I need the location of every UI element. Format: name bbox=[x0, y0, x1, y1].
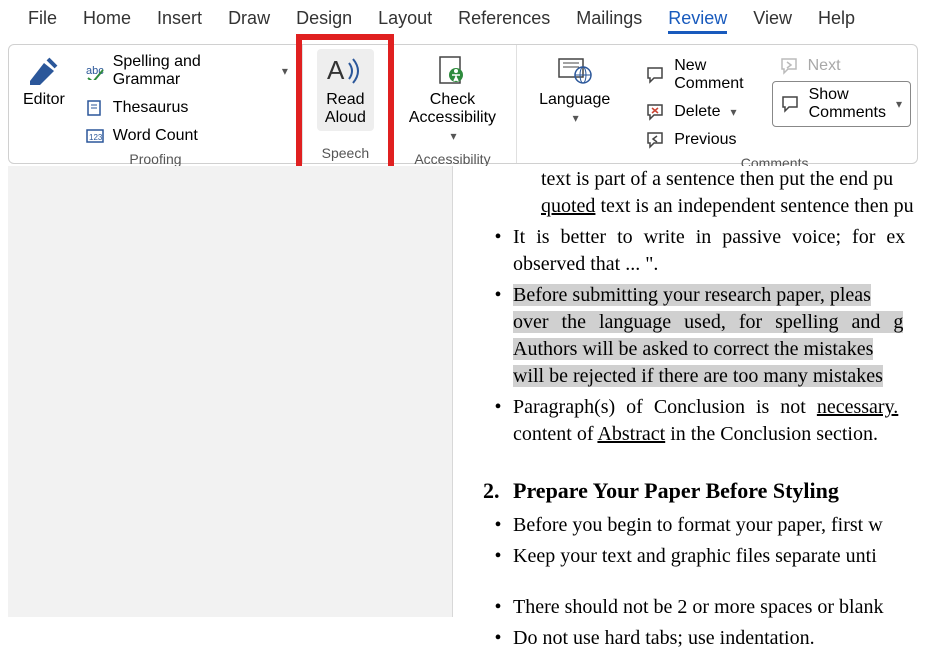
tab-insert[interactable]: Insert bbox=[157, 8, 202, 34]
new-comment-button[interactable]: New Comment bbox=[638, 53, 751, 97]
accessibility-icon bbox=[434, 53, 470, 89]
tab-design[interactable]: Design bbox=[296, 8, 352, 34]
chevron-down-icon: ▾ bbox=[282, 64, 288, 78]
next-comment-label: Next bbox=[808, 57, 841, 75]
tab-mailings[interactable]: Mailings bbox=[576, 8, 642, 34]
tab-draw[interactable]: Draw bbox=[228, 8, 270, 34]
text-fragment: text is an independent sentence then pu bbox=[595, 195, 913, 217]
bullet-icon: • bbox=[483, 394, 513, 448]
editor-label: Editor bbox=[23, 91, 65, 109]
heading-number: 2. bbox=[483, 476, 513, 506]
check-accessibility-label-2: Accessibility bbox=[409, 109, 496, 126]
spelling-icon: abc bbox=[85, 62, 105, 80]
chevron-down-icon: ▾ bbox=[573, 111, 579, 125]
show-comments-icon bbox=[781, 95, 801, 113]
text-selected: Before submitting your research paper, p… bbox=[513, 284, 871, 306]
bullet-icon: • bbox=[483, 625, 513, 652]
group-comments: New Comment Delete ▾ Previous Next bbox=[632, 45, 917, 163]
delete-comment-icon bbox=[646, 103, 666, 121]
text-underlined: Abstract bbox=[597, 423, 665, 445]
text-underlined: necessary. bbox=[817, 396, 898, 418]
language-label: Language bbox=[539, 91, 610, 108]
menu-tabs: File Home Insert Draw Design Layout Refe… bbox=[0, 0, 926, 42]
group-label-speech: Speech bbox=[322, 143, 369, 163]
previous-comment-button[interactable]: Previous bbox=[638, 127, 751, 153]
text-selected: will be rejected if there are too many m… bbox=[513, 365, 883, 387]
page-margin bbox=[8, 166, 452, 617]
text-fragment: text is part of a sentence then put the … bbox=[541, 168, 893, 190]
previous-comment-icon bbox=[646, 131, 666, 149]
text-fragment: Keep your text and graphic files separat… bbox=[513, 543, 926, 570]
document-area: text is part of a sentence then put the … bbox=[8, 166, 926, 617]
read-aloud-icon: A bbox=[325, 53, 365, 89]
svg-text:123: 123 bbox=[89, 133, 103, 142]
editor-button[interactable]: Editor bbox=[15, 49, 73, 113]
read-aloud-label-2: Aloud bbox=[325, 109, 366, 126]
tab-file[interactable]: File bbox=[28, 8, 57, 34]
text-fragment: in the Conclusion section. bbox=[665, 423, 878, 445]
thesaurus-icon bbox=[85, 99, 105, 117]
show-comments-label: Show Comments bbox=[809, 86, 886, 122]
bullet-icon: • bbox=[483, 512, 513, 539]
chevron-down-icon: ▾ bbox=[731, 105, 737, 119]
language-button[interactable]: Language ▾ bbox=[531, 49, 618, 131]
group-speech: A ReadAloud Speech bbox=[303, 45, 389, 163]
group-language: Language ▾ bbox=[517, 45, 632, 163]
text-fragment: Paragraph(s) of Conclusion is not bbox=[513, 396, 817, 418]
text-fragment: observed that ... ". bbox=[513, 253, 658, 275]
text-selected: over the language used, for spelling and… bbox=[513, 311, 903, 333]
bullet-icon: • bbox=[483, 224, 513, 278]
text-fragment: Before you begin to format your paper, f… bbox=[513, 512, 926, 539]
delete-comment-button[interactable]: Delete ▾ bbox=[638, 99, 751, 125]
next-comment-icon bbox=[780, 57, 800, 75]
text-selected: Authors will be asked to correct the mis… bbox=[513, 338, 873, 360]
spelling-label: Spelling and Grammar bbox=[113, 53, 272, 89]
text-fragment: content of bbox=[513, 423, 597, 445]
spelling-grammar-button[interactable]: abc Spelling and Grammar ▾ bbox=[77, 49, 296, 93]
check-accessibility-label-1: Check bbox=[430, 91, 475, 108]
heading-text: Prepare Your Paper Before Styling bbox=[513, 476, 839, 506]
language-icon bbox=[555, 53, 595, 89]
show-comments-button[interactable]: Show Comments ▾ bbox=[772, 81, 911, 127]
tab-home[interactable]: Home bbox=[83, 8, 131, 34]
text-underlined: quoted bbox=[541, 195, 595, 217]
thesaurus-button[interactable]: Thesaurus bbox=[77, 95, 296, 121]
word-count-button[interactable]: 123 Word Count bbox=[77, 123, 296, 149]
bullet-icon: • bbox=[483, 282, 513, 390]
new-comment-label: New Comment bbox=[674, 57, 743, 93]
group-proofing: Editor abc Spelling and Grammar ▾ Thesau… bbox=[9, 45, 303, 163]
ribbon: Editor abc Spelling and Grammar ▾ Thesau… bbox=[8, 44, 918, 164]
chevron-down-icon: ▾ bbox=[896, 97, 902, 111]
tab-view[interactable]: View bbox=[753, 8, 792, 34]
text-fragment: It is better to write in passive voice; … bbox=[513, 226, 905, 248]
chevron-down-icon: ▾ bbox=[450, 129, 456, 143]
delete-comment-label: Delete bbox=[674, 103, 720, 121]
document-page[interactable]: text is part of a sentence then put the … bbox=[452, 166, 926, 617]
tab-help[interactable]: Help bbox=[818, 8, 855, 34]
thesaurus-label: Thesaurus bbox=[113, 99, 189, 117]
read-aloud-label-1: Read bbox=[326, 91, 364, 108]
tab-layout[interactable]: Layout bbox=[378, 8, 432, 34]
svg-text:A: A bbox=[327, 55, 345, 85]
next-comment-button: Next bbox=[772, 53, 911, 79]
previous-comment-label: Previous bbox=[674, 131, 736, 149]
bullet-icon: • bbox=[483, 543, 513, 570]
editor-icon bbox=[26, 53, 62, 89]
read-aloud-button[interactable]: A ReadAloud bbox=[317, 49, 374, 131]
check-accessibility-button[interactable]: CheckAccessibility ▾ bbox=[395, 49, 510, 149]
tab-references[interactable]: References bbox=[458, 8, 550, 34]
word-count-icon: 123 bbox=[85, 127, 105, 145]
comment-icon bbox=[646, 66, 666, 84]
text-fragment: Do not use hard tabs; use indentation. bbox=[513, 625, 926, 652]
word-count-label: Word Count bbox=[113, 127, 198, 145]
group-accessibility: CheckAccessibility ▾ Accessibility bbox=[389, 45, 517, 163]
tab-review[interactable]: Review bbox=[668, 8, 727, 34]
